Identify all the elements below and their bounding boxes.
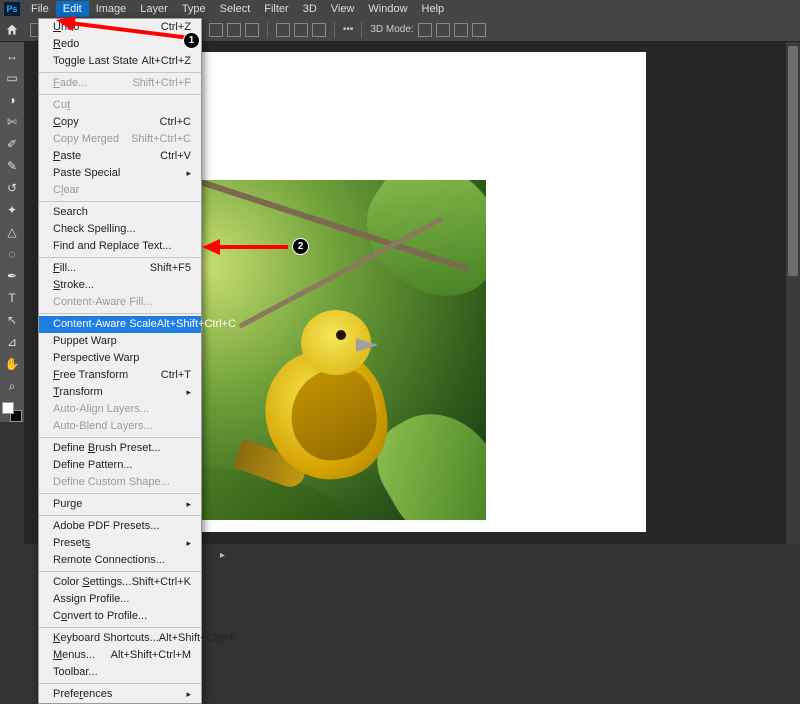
- crop-tool-icon[interactable]: ✄: [2, 112, 22, 132]
- menu-view[interactable]: View: [324, 1, 362, 17]
- distribute-icon[interactable]: [312, 23, 326, 37]
- distribute-icon[interactable]: [276, 23, 290, 37]
- menu-item-content-aware-fill: Content-Aware Fill...: [39, 294, 201, 311]
- menu-separator: [39, 515, 201, 516]
- menu-separator: [39, 683, 201, 684]
- callout-1: 1: [183, 32, 200, 49]
- menu-item-auto-blend-layers: Auto-Blend Layers...: [39, 418, 201, 435]
- menu-item-free-transform[interactable]: Free TransformCtrl+T: [39, 367, 201, 384]
- menu-item-cut: Cut: [39, 97, 201, 114]
- dodge-tool-icon[interactable]: ◌: [2, 244, 22, 264]
- annotation-arrow-1: [56, 16, 194, 46]
- move-tool-icon[interactable]: ↔: [2, 46, 22, 66]
- menu-item-fade: Fade...Shift+Ctrl+F: [39, 75, 201, 92]
- menu-item-keyboard-shortcuts[interactable]: Keyboard Shortcuts...Alt+Shift+Ctrl+K: [39, 630, 201, 647]
- menu-separator: [39, 571, 201, 572]
- bird-subject: [236, 300, 406, 490]
- menu-separator: [39, 313, 201, 314]
- menu-edit[interactable]: Edit: [56, 1, 89, 17]
- menu-window[interactable]: Window: [361, 1, 414, 17]
- menu-item-check-spelling[interactable]: Check Spelling...: [39, 221, 201, 238]
- marquee-tool-icon[interactable]: ▭: [2, 68, 22, 88]
- menu-item-define-pattern[interactable]: Define Pattern...: [39, 457, 201, 474]
- align-icon[interactable]: [227, 23, 241, 37]
- lasso-tool-icon[interactable]: ◑: [2, 90, 22, 110]
- menu-item-convert-to-profile[interactable]: Convert to Profile...: [39, 608, 201, 625]
- menu-separator: [39, 437, 201, 438]
- chevron-right-icon[interactable]: ▸: [220, 550, 225, 561]
- menu-image[interactable]: Image: [89, 1, 134, 17]
- menu-item-color-settings[interactable]: Color Settings...Shift+Ctrl+K: [39, 574, 201, 591]
- healing-tool-icon[interactable]: ✦: [2, 200, 22, 220]
- menu-item-find-and-replace-text[interactable]: Find and Replace Text...: [39, 238, 201, 255]
- menu-item-content-aware-scale[interactable]: Content-Aware ScaleAlt+Shift+Ctrl+C: [39, 316, 201, 333]
- menu-separator: [39, 201, 201, 202]
- brush-tool-icon[interactable]: ✎: [2, 156, 22, 176]
- edit-menu-dropdown: UndoCtrl+ZRedoToggle Last StateAlt+Ctrl+…: [38, 18, 202, 704]
- menu-item-preferences[interactable]: Preferences: [39, 686, 201, 703]
- menu-separator: [39, 72, 201, 73]
- shape-tool-icon[interactable]: ⊿: [2, 332, 22, 352]
- menu-item-stroke[interactable]: Stroke...: [39, 277, 201, 294]
- gradient-tool-icon[interactable]: △: [2, 222, 22, 242]
- vertical-scrollbar[interactable]: [786, 42, 800, 544]
- menu-item-copy[interactable]: CopyCtrl+C: [39, 114, 201, 131]
- align-icon[interactable]: [245, 23, 259, 37]
- menu-separator: [39, 94, 201, 95]
- menu-item-remote-connections[interactable]: Remote Connections...: [39, 552, 201, 569]
- hand-tool-icon[interactable]: ✋: [2, 354, 22, 374]
- fg-color-swatch[interactable]: [2, 402, 14, 414]
- threeD-icon[interactable]: [418, 23, 432, 37]
- menu-type[interactable]: Type: [175, 1, 213, 17]
- distribute-icon[interactable]: [294, 23, 308, 37]
- option-3d-mode: 3D Mode:: [370, 24, 413, 35]
- menu-file[interactable]: File: [24, 1, 56, 17]
- menu-item-search[interactable]: Search: [39, 204, 201, 221]
- menu-item-menus[interactable]: Menus...Alt+Shift+Ctrl+M: [39, 647, 201, 664]
- menu-item-purge[interactable]: Purge: [39, 496, 201, 513]
- annotation-arrow-2: [202, 235, 292, 259]
- align-icon[interactable]: [209, 23, 223, 37]
- menu-item-define-custom-shape: Define Custom Shape...: [39, 474, 201, 491]
- path-tool-icon[interactable]: ↖: [2, 310, 22, 330]
- eyedropper-tool-icon[interactable]: ✐: [2, 134, 22, 154]
- clone-tool-icon[interactable]: ↺: [2, 178, 22, 198]
- menu-select[interactable]: Select: [213, 1, 258, 17]
- app-logo: Ps: [4, 2, 20, 16]
- callout-2: 2: [292, 238, 309, 255]
- menu-item-auto-align-layers: Auto-Align Layers...: [39, 401, 201, 418]
- type-tool-icon[interactable]: T: [2, 288, 22, 308]
- menu-item-puppet-warp[interactable]: Puppet Warp: [39, 333, 201, 350]
- menu-3d[interactable]: 3D: [296, 1, 324, 17]
- menu-layer[interactable]: Layer: [133, 1, 175, 17]
- menu-item-paste-special[interactable]: Paste Special: [39, 165, 201, 182]
- menu-item-presets[interactable]: Presets: [39, 535, 201, 552]
- menu-item-perspective-warp[interactable]: Perspective Warp: [39, 350, 201, 367]
- menu-item-adobe-pdf-presets[interactable]: Adobe PDF Presets...: [39, 518, 201, 535]
- threeD-icon[interactable]: [454, 23, 468, 37]
- menu-item-toolbar[interactable]: Toolbar...: [39, 664, 201, 681]
- menu-separator: [39, 627, 201, 628]
- menu-separator: [39, 493, 201, 494]
- menu-item-define-brush-preset[interactable]: Define Brush Preset...: [39, 440, 201, 457]
- menu-separator: [39, 257, 201, 258]
- zoom-tool-icon[interactable]: ⌕: [2, 376, 22, 396]
- pen-tool-icon[interactable]: ✒: [2, 266, 22, 286]
- menu-item-paste[interactable]: PasteCtrl+V: [39, 148, 201, 165]
- threeD-icon[interactable]: [436, 23, 450, 37]
- home-icon[interactable]: [4, 22, 20, 38]
- color-swatches[interactable]: [2, 402, 22, 422]
- menu-item-copy-merged: Copy MergedShift+Ctrl+C: [39, 131, 201, 148]
- menu-item-assign-profile[interactable]: Assign Profile...: [39, 591, 201, 608]
- threeD-icon[interactable]: [472, 23, 486, 37]
- tools-panel: ↔ ▭ ◑ ✄ ✐ ✎ ↺ ✦ △ ◌ ✒ T ↖ ⊿ ✋ ⌕: [0, 42, 24, 422]
- menu-item-clear: Clear: [39, 182, 201, 199]
- menu-item-transform[interactable]: Transform: [39, 384, 201, 401]
- more-icon[interactable]: •••: [343, 24, 354, 35]
- menu-item-fill[interactable]: Fill...Shift+F5: [39, 260, 201, 277]
- menu-filter[interactable]: Filter: [257, 1, 295, 17]
- menu-item-toggle-last-state[interactable]: Toggle Last StateAlt+Ctrl+Z: [39, 53, 201, 70]
- menu-help[interactable]: Help: [415, 1, 452, 17]
